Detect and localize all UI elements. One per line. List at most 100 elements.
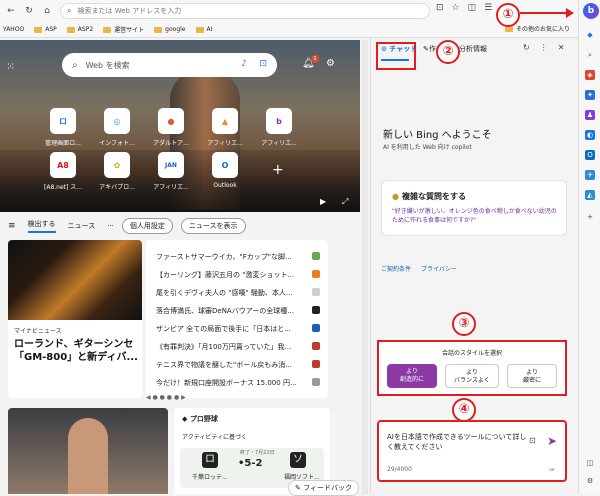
annotation-2: ②: [436, 40, 460, 64]
card-title: ◆ プロ野球: [182, 415, 218, 423]
gear-icon[interactable]: ⚙: [585, 476, 595, 486]
tab-insight[interactable]: 分析情報: [459, 44, 487, 54]
tile-6[interactable]: ✿ アキバプロ...: [94, 152, 140, 191]
tab-news[interactable]: ニュース: [68, 221, 96, 231]
annotation-arrow: [520, 12, 568, 14]
tile-icon: b: [266, 108, 292, 134]
chat-input-text[interactable]: AIを日本語で作成できるツールについて詳しく教えてください: [387, 432, 527, 452]
tile-7[interactable]: JAN アフィリエ...: [148, 152, 194, 191]
tab-discover[interactable]: 検出する: [27, 219, 56, 233]
source-icon: [312, 252, 320, 260]
tile-1[interactable]: ◎ インフォト...: [94, 108, 140, 147]
list-item[interactable]: 尾を引くデヴィ夫人の "感嘆" 騒動、本人...: [156, 288, 316, 298]
shopping-icon[interactable]: ◈: [585, 70, 595, 80]
refresh-icon[interactable]: ↻: [22, 4, 36, 18]
bing-sidebar: ⊙ チャット ✎作成 分析情報 ↻ ⋮ ✕ 新しい Bing へようこそ AI …: [370, 38, 578, 494]
games-icon[interactable]: ♟: [585, 110, 595, 120]
chat-input[interactable]: AIを日本語で作成できるツールについて詳しく教えてください ⊡ ➤ 29/400…: [377, 420, 567, 482]
list-item[interactable]: ファーストサマーウイカ、"Fカップ"な脚...: [156, 252, 316, 262]
more-icon[interactable]: ⋮: [540, 43, 548, 52]
list-item[interactable]: 落合博満氏、球審DeNAバウアーの全球種...: [156, 306, 316, 316]
fav-site[interactable]: 運営サイト: [103, 25, 144, 34]
pin-icon[interactable]: ✑: [549, 466, 555, 474]
tile-icon: ✿: [104, 152, 130, 178]
tile-icon: JAN: [158, 152, 184, 178]
bing-icon[interactable]: b: [583, 3, 599, 19]
sidebar-layout-icon[interactable]: ◫: [585, 458, 595, 468]
search-placeholder: Web を検索: [85, 60, 130, 70]
address-bar[interactable]: ⌕ 検索または Web アドレスを入力: [60, 3, 430, 19]
refresh-icon[interactable]: ↻: [523, 43, 530, 52]
fav-yahoo[interactable]: YAHOO: [3, 26, 24, 33]
folder-icon: [195, 26, 204, 33]
tile-0[interactable]: ロ管理画面ロ...: [40, 108, 86, 147]
show-news-dropdown[interactable]: ニュースを表示: [180, 218, 246, 234]
fav-other[interactable]: その他のお気に入り: [505, 24, 570, 33]
carousel-dots[interactable]: ◀ ● ● ● ● ▶: [146, 394, 186, 401]
card-prompt[interactable]: "好き嫌いが激しい、オレンジ色の食べ物しか食べない幼児のために作れる食事は何です…: [392, 207, 562, 225]
send-icon[interactable]: ➤: [547, 434, 557, 448]
image-search-icon[interactable]: ⊡: [529, 436, 536, 445]
expand-icon[interactable]: ⤢: [342, 197, 348, 207]
menu-icon[interactable]: ≡: [8, 221, 16, 231]
favorite-star-icon[interactable]: ☆: [452, 3, 460, 13]
web-search-box[interactable]: ⌕ Web を検索 ♪ ⊡: [62, 53, 277, 77]
scrollbar[interactable]: [362, 40, 368, 494]
microphone-icon[interactable]: ♪: [241, 59, 247, 69]
annotation-1: ①: [496, 3, 520, 27]
apps-grid-icon[interactable]: ⁙: [6, 60, 15, 73]
tile-4[interactable]: b アフィリエ...: [256, 108, 302, 147]
list-item[interactable]: 【カーリング】藤沢五月の "激変ショット...: [156, 270, 316, 280]
list-item[interactable]: テニス界で物議を醸した"ボール戻もみ消...: [156, 360, 316, 370]
source-icon: [312, 324, 320, 332]
tile-outlook[interactable]: O Outlook: [202, 152, 248, 189]
source-icon: [312, 378, 320, 386]
reader-icon[interactable]: ⊡: [436, 3, 444, 13]
newtab-hero: ⁙ ⌕ Web を検索 ♪ ⊡ 🔔︎ 1 ⚙ ロ管理画面ロ... ◎ インフォト.…: [0, 40, 360, 212]
fav-asp2[interactable]: ASP2: [66, 26, 93, 33]
style-balanced-button[interactable]: より バランスよく: [445, 364, 499, 388]
telegram-icon[interactable]: ✈: [585, 170, 595, 180]
search-icon[interactable]: ⌕: [585, 50, 595, 60]
list-item[interactable]: ザンビア 全ての局面で後手に「日本はと...: [156, 324, 316, 334]
add-tile-icon[interactable]: +: [272, 162, 284, 178]
gear-icon[interactable]: ⚙: [326, 58, 335, 69]
office-icon[interactable]: ◐: [585, 130, 595, 140]
fav-google[interactable]: google: [154, 26, 186, 33]
close-icon[interactable]: ✕: [558, 43, 565, 52]
terms-link[interactable]: ご契約条件: [381, 264, 411, 273]
privacy-link[interactable]: プライバシー: [421, 264, 457, 273]
favorites-bar: YAHOO ASP ASP2 運営サイト google AI その他のお気に入り: [0, 22, 578, 38]
style-precise-button[interactable]: より 厳密に: [507, 364, 557, 388]
top-story-card[interactable]: マイナビニュース ローランド、ギターシンセ「GM-800」と新ディバ...: [8, 240, 142, 398]
more-icon[interactable]: ···: [107, 222, 114, 230]
source-icon: [312, 360, 320, 368]
fav-ai[interactable]: AI: [195, 26, 212, 33]
team-logo: ソ: [290, 452, 306, 468]
boxing-card[interactable]: [8, 408, 168, 494]
suggestion-card[interactable]: ● 複雑な質問をする "好き嫌いが激しい、オレンジ色の食べ物しか食べない幼児のため…: [381, 180, 567, 236]
list-item[interactable]: 《有罪判決》「月100万円貰っていた」我...: [156, 342, 316, 352]
personalize-button[interactable]: 個人用設定: [121, 218, 173, 234]
tile-5[interactable]: A8 [A8.net] ス...: [40, 152, 86, 191]
home-icon[interactable]: ⌂: [40, 4, 54, 18]
back-icon[interactable]: ←: [4, 4, 18, 18]
tile-2[interactable]: ● アダルトア...: [148, 108, 194, 147]
fav-asp[interactable]: ASP: [34, 26, 57, 33]
split-icon[interactable]: ◫: [468, 3, 477, 13]
bell-icon[interactable]: ◆: [585, 30, 595, 40]
source-icon: [312, 342, 320, 350]
style-creative-button[interactable]: より 創造的に: [387, 364, 437, 388]
add-icon[interactable]: +: [585, 212, 595, 222]
drop-icon[interactable]: ◭: [585, 190, 595, 200]
visual-search-icon[interactable]: ⊡: [259, 59, 267, 69]
tools-icon[interactable]: ✦: [585, 90, 595, 100]
collections-icon[interactable]: ☰: [484, 3, 492, 13]
play-icon[interactable]: ▶: [320, 197, 326, 206]
list-item[interactable]: 今だけ！新規口座開設ボーナス 15.000 円...: [156, 378, 316, 388]
outlook-icon[interactable]: O: [585, 150, 595, 160]
tile-3[interactable]: ▲ アフィリエ...: [202, 108, 248, 147]
source-icon: [312, 270, 320, 278]
headline[interactable]: ローランド、ギターシンセ「GM-800」と新ディバ...: [14, 338, 140, 364]
boxer-image: [68, 418, 108, 494]
